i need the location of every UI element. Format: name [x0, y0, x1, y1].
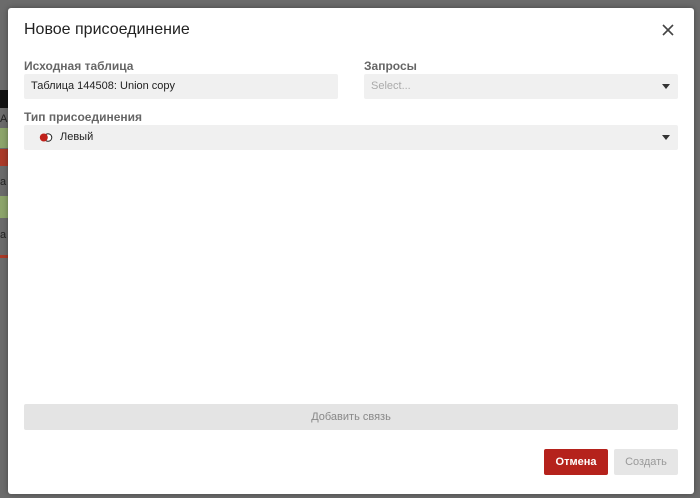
add-link-button[interactable]: Добавить связь [24, 404, 678, 430]
join-type-value: Левый [60, 131, 94, 143]
background-strip [0, 149, 8, 166]
source-table-field: Таблица 144508: Union copy [24, 74, 338, 99]
background-strip [0, 90, 8, 108]
source-table-label: Исходная таблица [24, 59, 134, 73]
queries-placeholder: Select... [371, 80, 411, 92]
source-table-value: Таблица 144508: Union copy [31, 80, 176, 92]
create-button[interactable]: Создать [614, 449, 678, 475]
background-strip [0, 255, 8, 258]
close-icon[interactable] [660, 22, 676, 38]
background-strip [0, 196, 8, 218]
join-type-select[interactable]: Левый [24, 125, 678, 150]
chevron-down-icon [662, 135, 670, 140]
dialog-title: Новое присоединение [24, 21, 190, 38]
background-fragment: а [0, 229, 7, 241]
background-strip [0, 128, 8, 148]
left-join-icon [39, 133, 53, 142]
background-fragment: А [0, 113, 8, 125]
background-fragment: а [0, 176, 7, 188]
new-join-dialog: Новое присоединение Исходная таблица Таб… [8, 8, 694, 494]
join-type-label: Тип присоединения [24, 110, 143, 124]
queries-select[interactable]: Select... [364, 74, 678, 99]
cancel-button[interactable]: Отмена [544, 449, 608, 475]
chevron-down-icon [662, 84, 670, 89]
queries-label: Запросы [364, 59, 417, 73]
